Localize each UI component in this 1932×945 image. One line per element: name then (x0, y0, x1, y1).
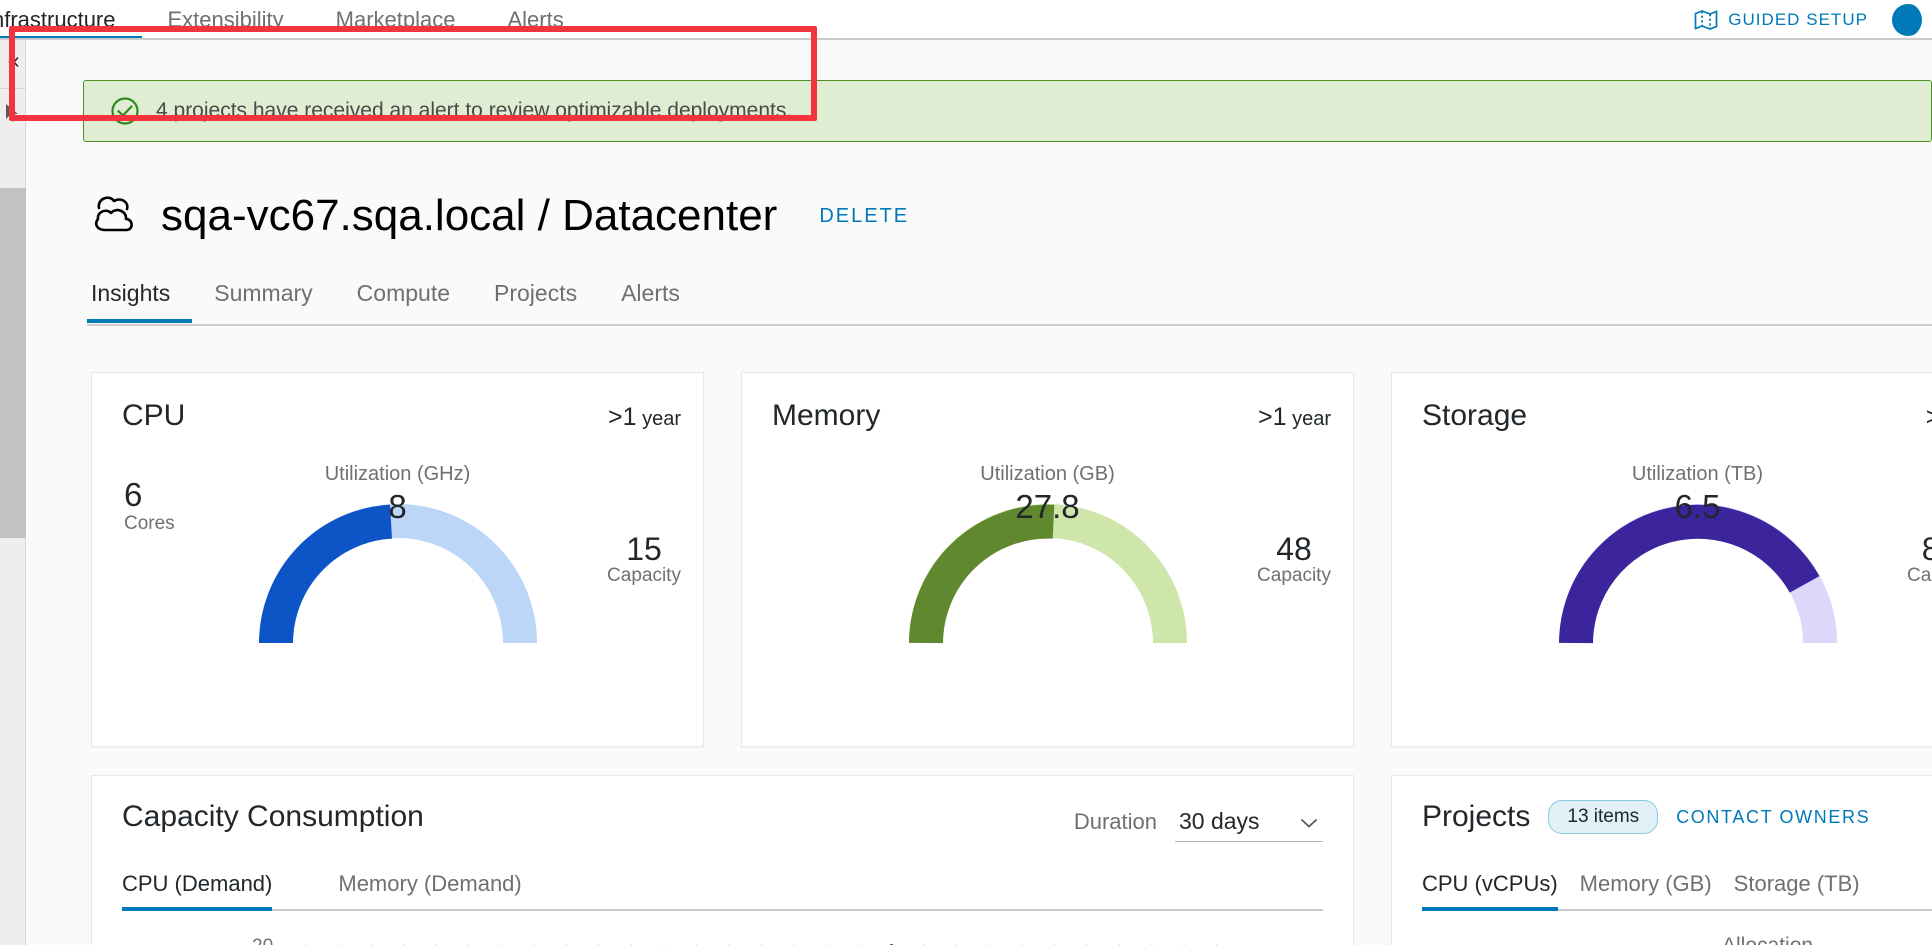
tab-label: Summary (214, 280, 313, 306)
cpu-gauge-card: CPU >1 year Utilization (GHz) 6 Cores 8 … (91, 372, 704, 747)
storage-capacity-label: Capacity (1907, 565, 1932, 586)
main-content-pane: 4 projects have received an alert to rev… (27, 40, 1932, 945)
tab-compute[interactable]: Compute (335, 280, 472, 321)
nav-item-infrastructure[interactable]: nfrastructure (0, 0, 142, 40)
pj-tab-label: CPU (vCPUs) (1422, 871, 1558, 896)
nav-item-extensibility[interactable]: Extensibility (142, 0, 310, 40)
memory-gauge-value: 27.8 (1015, 488, 1080, 525)
projects-count-badge: 13 items (1548, 800, 1659, 834)
cloud-datacenter-icon (85, 190, 147, 242)
cursor-pointer-icon[interactable] (0, 89, 26, 137)
card-period-unit: year (642, 408, 681, 430)
memory-capacity-label: Capacity (1257, 565, 1331, 586)
cc-tab-label: Memory (Demand) (338, 871, 522, 896)
card-period-value: >1 (608, 403, 637, 431)
projects-card: Projects 13 items CONTACT OWNERS CPU (vC… (1391, 775, 1932, 945)
double-chevron-left-icon (5, 54, 21, 75)
chart-y-tick: 20 (252, 936, 273, 945)
top-navigation-bar: nfrastructure Extensibility Marketplace … (0, 0, 1932, 40)
projects-tabs: CPU (vCPUs) Memory (GB) Storage (TB) (1422, 871, 1932, 911)
card-title: Memory (772, 399, 881, 432)
alert-banner: 4 projects have received an alert to rev… (83, 80, 1932, 142)
left-rail (0, 40, 26, 945)
cpu-capacity-label: Capacity (607, 565, 681, 586)
nav-item-label: nfrastructure (0, 7, 116, 32)
pj-tab-label: Storage (TB) (1733, 871, 1860, 896)
pj-tab-label: Memory (GB) (1579, 871, 1712, 896)
card-period-value: >1 (1258, 403, 1287, 431)
vertical-scrollbar-thumb[interactable] (0, 188, 26, 538)
duration-control: Duration 30 days (1074, 808, 1323, 842)
page-title: sqa-vc67.sqa.local / Datacenter (161, 191, 778, 240)
projects-header: Projects 13 items CONTACT OWNERS (1422, 800, 1870, 834)
top-nav-right-group: GUIDED SETUP (1694, 0, 1932, 40)
card-period-value: >1 (1926, 403, 1932, 431)
nav-item-label: Extensibility (167, 7, 284, 32)
check-circle-icon (110, 96, 140, 126)
cpu-capacity-value: 15 (626, 531, 662, 567)
gauge-subtitle: Utilization (GHz) (324, 463, 471, 485)
capacity-consumption-title: Capacity Consumption (122, 800, 424, 833)
nav-item-marketplace[interactable]: Marketplace (310, 0, 482, 40)
duration-select[interactable]: 30 days (1175, 808, 1323, 842)
capacity-consumption-card: Capacity Consumption Duration 30 days CP… (91, 775, 1354, 945)
tab-label: Compute (356, 280, 450, 306)
cc-tab-cpu-demand[interactable]: CPU (Demand) (122, 871, 298, 911)
pj-tab-cpu[interactable]: CPU (vCPUs) (1422, 871, 1558, 911)
card-period: >1 ye (1926, 403, 1932, 432)
cpu-capacity: 15 Capacity (589, 533, 699, 587)
collapse-sidebar-button[interactable] (0, 40, 26, 88)
alert-message: 4 projects have received an alert to rev… (156, 99, 793, 122)
tab-alerts[interactable]: Alerts (599, 280, 702, 321)
storage-gauge-card: Storage >1 ye Utilization (TB) 6.5 8.3 C… (1391, 372, 1932, 747)
card-header: CPU >1 year (122, 399, 681, 433)
cc-tab-label: CPU (Demand) (122, 871, 273, 896)
contact-owners-button[interactable]: CONTACT OWNERS (1676, 807, 1870, 828)
capacity-consumption-tabs: CPU (Demand) Memory (Demand) (122, 871, 1323, 911)
duration-value: 30 days (1179, 808, 1260, 834)
capacity-consumption-chart: 20 (122, 936, 1323, 945)
card-period-unit: year (1292, 408, 1331, 430)
tab-insights[interactable]: Insights (87, 280, 193, 323)
memory-capacity: 48 Capacity (1239, 533, 1349, 587)
column-header-allocation: Allocation (1722, 934, 1813, 945)
top-nav-items: nfrastructure Extensibility Marketplace … (0, 0, 590, 40)
cpu-gauge-value: 8 (388, 488, 407, 525)
storage-capacity: 8.3 Capacity (1889, 533, 1932, 587)
storage-capacity-value: 8.3 (1921, 531, 1932, 567)
cc-tab-memory-demand[interactable]: Memory (Demand) (338, 871, 547, 909)
tab-label: Insights (91, 280, 171, 306)
projects-column-headers: Allocation Limits (1422, 934, 1932, 945)
delete-button[interactable]: DELETE (819, 205, 909, 228)
projects-title: Projects (1422, 800, 1531, 833)
avatar[interactable] (1886, 2, 1922, 38)
storage-gauge-value: 6.5 (1674, 488, 1721, 525)
page-title-row: sqa-vc67.sqa.local / Datacenter DELETE (85, 190, 909, 242)
tab-label: Projects (494, 280, 578, 306)
chevron-down-icon (1299, 808, 1319, 835)
nav-item-label: Marketplace (335, 7, 456, 32)
nav-item-alerts[interactable]: Alerts (482, 0, 590, 40)
card-header: Memory >1 year (772, 399, 1331, 433)
memory-gauge-card: Memory >1 year Utilization (GB) 27.8 48 … (741, 372, 1354, 747)
duration-label: Duration (1073, 809, 1157, 834)
memory-capacity-value: 48 (1276, 531, 1312, 567)
gauge-subtitle: Utilization (GB) (980, 463, 1115, 485)
nav-item-label: Alerts (507, 7, 564, 32)
pj-tab-storage[interactable]: Storage (TB) (1734, 871, 1860, 909)
guided-setup-button[interactable]: GUIDED SETUP (1694, 9, 1868, 31)
guided-setup-label: GUIDED SETUP (1728, 10, 1868, 29)
tab-label: Alerts (621, 280, 680, 306)
card-title: Storage (1422, 399, 1528, 432)
page-subtabs: Insights Summary Compute Projects Alerts (87, 280, 1932, 326)
card-period: >1 year (1258, 403, 1331, 432)
tab-projects[interactable]: Projects (472, 280, 599, 321)
card-title: CPU (122, 399, 186, 432)
card-header: Storage >1 ye (1422, 399, 1932, 433)
pj-tab-memory[interactable]: Memory (GB) (1580, 871, 1712, 909)
gauge-subtitle: Utilization (TB) (1631, 463, 1764, 485)
map-icon (1694, 9, 1718, 31)
card-period: >1 year (608, 403, 681, 432)
tab-summary[interactable]: Summary (192, 280, 334, 321)
